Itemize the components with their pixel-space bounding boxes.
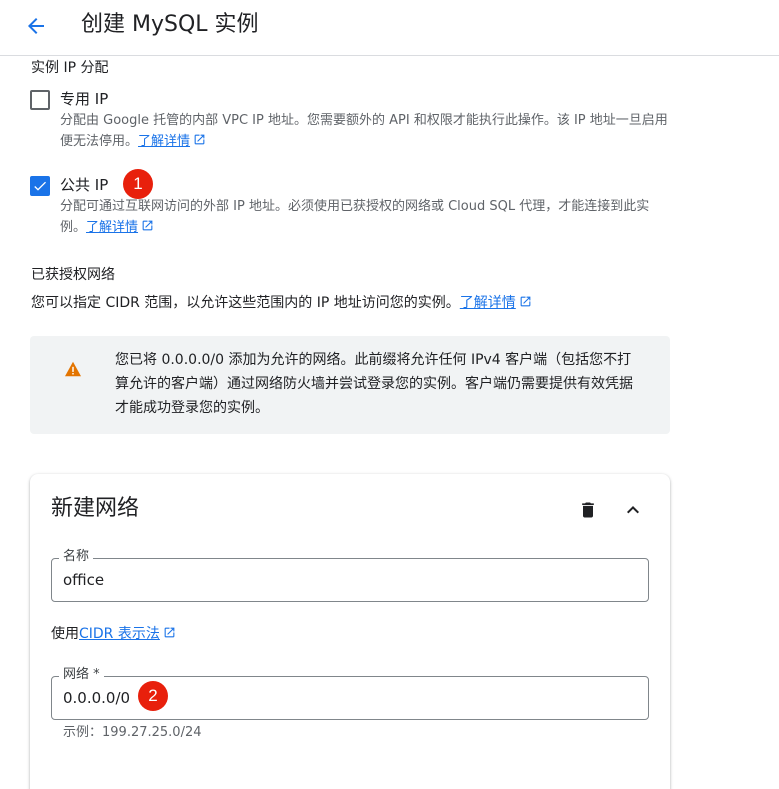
cidr-notation-row: 使用CIDR 表示法 — [51, 624, 176, 644]
page-header: 创建 MySQL 实例 — [0, 0, 779, 56]
network-name-label: 名称 — [59, 549, 94, 565]
private-ip-description: 分配由 Google 托管的内部 VPC IP 地址。您需要额外的 API 和权… — [60, 110, 672, 152]
check-icon — [34, 181, 46, 191]
external-link-icon — [164, 627, 175, 638]
chevron-up-icon — [627, 506, 639, 514]
collapse-button[interactable] — [621, 498, 645, 522]
authorized-networks-learn-more-link[interactable]: 了解详情 — [460, 295, 532, 311]
annotation-badge-1: 1 — [123, 169, 153, 199]
external-link-icon — [194, 134, 205, 145]
delete-network-button[interactable] — [576, 498, 600, 522]
network-example-hint: 示例：199.27.25.0/24 — [63, 725, 202, 740]
page-title: 创建 MySQL 实例 — [81, 12, 259, 37]
warning-banner: 您已将 0.0.0.0/0 添加为允许的网络。此前缀将允许任何 IPv4 客户端… — [30, 336, 670, 434]
private-ip-checkbox[interactable] — [30, 90, 50, 110]
trash-icon — [582, 502, 594, 518]
public-ip-learn-more-link[interactable]: 了解详情 — [86, 220, 154, 235]
authorized-networks-description-text: 您可以指定 CIDR 范围，以允许这些范围内的 IP 地址访问您的实例。 — [31, 295, 460, 311]
authorized-networks-title: 已获授权网络 — [31, 267, 115, 283]
authorized-networks-description: 您可以指定 CIDR 范围，以允许这些范围内的 IP 地址访问您的实例。了解详情 — [31, 293, 532, 313]
network-name-field[interactable]: 名称 — [51, 549, 649, 602]
public-ip-label: 公共 IP — [60, 176, 109, 194]
external-link-icon — [142, 220, 153, 231]
warning-icon — [65, 361, 81, 377]
cidr-prefix-text: 使用 — [51, 626, 79, 642]
new-network-card: 新建网络 名称 使用CIDR 表示法 网络 * 示例：199.27.25.0/2… — [30, 474, 670, 789]
network-cidr-label: 网络 * — [59, 667, 104, 683]
public-ip-description: 分配可通过互联网访问的外部 IP 地址。必须使用已获授权的网络或 Cloud S… — [60, 196, 672, 238]
private-ip-learn-more-link[interactable]: 了解详情 — [138, 134, 206, 149]
ip-assignment-label: 实例 IP 分配 — [31, 60, 109, 76]
public-ip-checkbox[interactable] — [30, 176, 50, 196]
arrow-back-icon — [28, 18, 44, 34]
external-link-icon — [520, 296, 531, 307]
cidr-notation-link[interactable]: CIDR 表示法 — [79, 626, 176, 642]
annotation-badge-2: 2 — [138, 681, 168, 711]
private-ip-label: 专用 IP — [60, 90, 109, 108]
new-network-title: 新建网络 — [51, 496, 140, 521]
back-button[interactable] — [20, 10, 52, 42]
warning-text: 您已将 0.0.0.0/0 添加为允许的网络。此前缀将允许任何 IPv4 客户端… — [115, 352, 633, 416]
network-name-input[interactable] — [63, 569, 633, 591]
